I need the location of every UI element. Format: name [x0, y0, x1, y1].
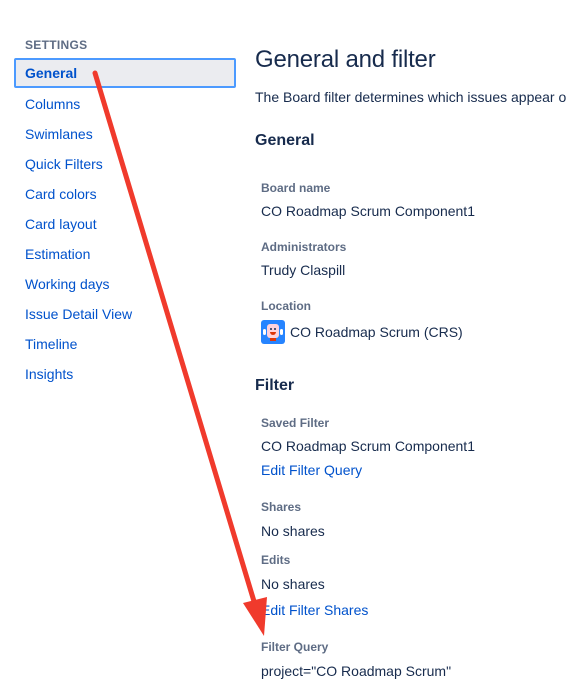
location-label: Location — [261, 299, 311, 313]
shares-value: No shares — [261, 523, 325, 539]
edits-label: Edits — [261, 553, 291, 567]
saved-filter-value: CO Roadmap Scrum Component1 — [261, 438, 475, 454]
filter-query-label: Filter Query — [261, 640, 329, 654]
shares-label: Shares — [261, 500, 302, 514]
settings-sidebar: SETTINGS General Columns Swimlanes Quick… — [0, 0, 240, 694]
sidebar-item-insights[interactable]: Insights — [14, 359, 236, 389]
sidebar-item-card-layout[interactable]: Card layout — [14, 209, 236, 239]
filter-query-value: project="CO Roadmap Scrum" — [261, 663, 452, 679]
sidebar-item-card-colors[interactable]: Card colors — [14, 179, 236, 209]
page-title: General and filter — [255, 46, 436, 73]
filter-section-title: Filter — [255, 377, 295, 394]
edits-value: No shares — [261, 576, 325, 592]
sidebar-item-quick-filters[interactable]: Quick Filters — [14, 149, 236, 179]
sidebar-item-issue-detail-view[interactable]: Issue Detail View — [14, 299, 236, 329]
edit-filter-query-link[interactable]: Edit Filter Query — [261, 462, 362, 478]
location-value: CO Roadmap Scrum (CRS) — [261, 320, 463, 344]
page-description: The Board filter determines which issues… — [255, 89, 567, 105]
sidebar-heading: SETTINGS — [25, 38, 88, 52]
edit-filter-shares-link[interactable]: Edit Filter Shares — [261, 602, 368, 618]
general-section-title: General — [255, 132, 315, 149]
project-avatar-icon — [261, 320, 285, 344]
sidebar-item-general[interactable]: General — [14, 58, 236, 88]
settings-main: General and filter The Board filter dete… — [255, 0, 576, 694]
board-settings-page: SETTINGS General Columns Swimlanes Quick… — [0, 0, 576, 694]
sidebar-item-estimation[interactable]: Estimation — [14, 239, 236, 269]
board-name-label: Board name — [261, 181, 331, 195]
administrators-label: Administrators — [261, 240, 347, 254]
saved-filter-label: Saved Filter — [261, 416, 330, 430]
sidebar-item-swimlanes[interactable]: Swimlanes — [14, 119, 236, 149]
sidebar-item-working-days[interactable]: Working days — [14, 269, 236, 299]
sidebar-item-timeline[interactable]: Timeline — [14, 329, 236, 359]
administrators-value: Trudy Claspill — [261, 262, 346, 278]
board-name-value: CO Roadmap Scrum Component1 — [261, 203, 475, 219]
sidebar-item-columns[interactable]: Columns — [14, 89, 236, 119]
location-project-name[interactable]: CO Roadmap Scrum (CRS) — [290, 324, 463, 340]
